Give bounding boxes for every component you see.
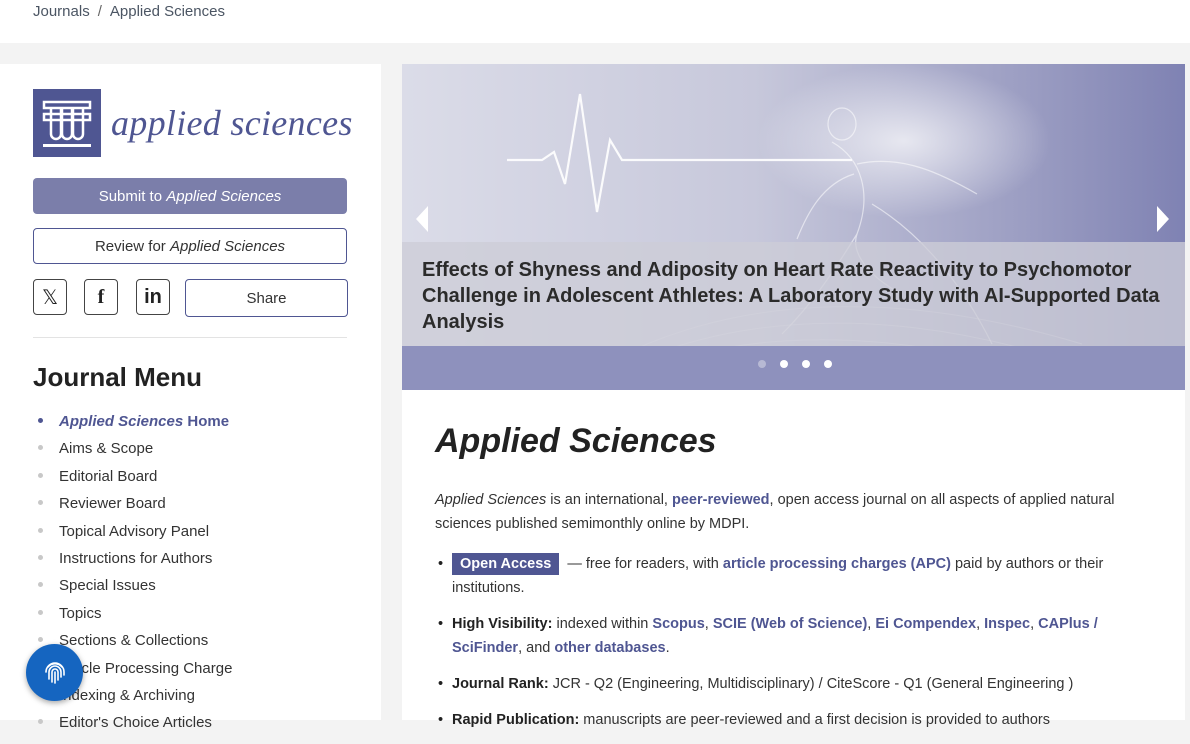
peer-reviewed-link[interactable]: peer-reviewed bbox=[672, 492, 770, 508]
breadcrumb-current-link[interactable]: Applied Sciences bbox=[110, 3, 225, 20]
menu-item-topical-advisory-panel[interactable]: Topical Advisory Panel bbox=[37, 520, 232, 547]
journal-logo[interactable]: applied sciences bbox=[33, 89, 353, 157]
highlight-rapid-publication: Rapid Publication: manuscripts are peer-… bbox=[438, 708, 1156, 732]
rp-label: Rapid Publication: bbox=[452, 712, 580, 728]
menu-item-special-issues[interactable]: Special Issues bbox=[37, 574, 232, 601]
sidebar-divider bbox=[33, 337, 347, 338]
main-content: Effects of Shyness and Adiposity on Hear… bbox=[402, 64, 1185, 732]
submit-button-prefix: Submit to bbox=[98, 187, 167, 205]
journal-highlights: Open Access — free for readers, with art… bbox=[438, 552, 1156, 744]
review-button[interactable]: Review for Applied Sciences bbox=[33, 228, 347, 264]
other-databases-link[interactable]: other databases bbox=[554, 640, 665, 656]
journal-menu-title: Journal Menu bbox=[33, 362, 203, 392]
hv-and: , and bbox=[518, 640, 555, 656]
carousel-dot[interactable] bbox=[824, 360, 832, 368]
inspec-link[interactable]: Inspec bbox=[984, 616, 1030, 632]
linkedin-icon[interactable]: in bbox=[136, 279, 170, 315]
facebook-icon[interactable]: f bbox=[84, 279, 118, 315]
menu-item-reviewer-board[interactable]: Reviewer Board bbox=[37, 492, 232, 519]
highlight-visibility: High Visibility: indexed within Scopus , … bbox=[438, 612, 1156, 660]
share-button[interactable]: Share bbox=[185, 279, 348, 317]
menu-item-editors-choice[interactable]: Editor's Choice Articles bbox=[37, 711, 232, 738]
page-title: Applied Sciences bbox=[435, 422, 717, 460]
hv-label: High Visibility: bbox=[452, 616, 553, 632]
intro-text-1: is an international, bbox=[546, 492, 672, 508]
sidebar: applied sciences Submit to Applied Scien… bbox=[0, 64, 381, 731]
menu-item-aims-scope[interactable]: Aims & Scope bbox=[37, 437, 232, 464]
submit-button-journal: Applied Sciences bbox=[166, 187, 282, 205]
banner-footer-band bbox=[402, 346, 1185, 390]
hv-comma-4: , bbox=[1030, 616, 1039, 632]
hv-text: indexed within bbox=[552, 616, 653, 632]
x-twitter-icon[interactable]: 𝕏 bbox=[33, 279, 67, 315]
journal-logo-text: applied sciences bbox=[111, 103, 353, 143]
breadcrumb: Journals / Applied Sciences bbox=[33, 3, 225, 20]
carousel-dot[interactable] bbox=[758, 360, 766, 368]
carousel-dots bbox=[758, 360, 832, 368]
review-button-prefix: Review for bbox=[94, 237, 170, 255]
hv-comma-1: , bbox=[704, 616, 713, 632]
carousel-dot[interactable] bbox=[802, 360, 810, 368]
ei-compendex-link[interactable]: Ei Compendex bbox=[875, 616, 976, 632]
journal-description: Applied Sciences is an international, pe… bbox=[435, 488, 1145, 536]
scopus-link[interactable]: Scopus bbox=[652, 616, 704, 632]
menu-item-topics[interactable]: Topics bbox=[37, 602, 232, 629]
arrow-right-icon[interactable] bbox=[1157, 206, 1169, 232]
hv-end: . bbox=[665, 640, 670, 656]
facebook-glyph: f bbox=[97, 285, 105, 308]
banner-article-title[interactable]: Effects of Shyness and Adiposity on Hear… bbox=[422, 257, 1162, 335]
jr-text: JCR - Q2 (Engineering, Multidisciplinary… bbox=[548, 676, 1074, 692]
top-bar: Journals / Applied Sciences bbox=[0, 0, 1190, 43]
highlight-journal-rank: Journal Rank: JCR - Q2 (Engineering, Mul… bbox=[438, 672, 1156, 696]
review-button-journal: Applied Sciences bbox=[169, 237, 286, 255]
menu-item-home-journal: Applied Sciences bbox=[59, 413, 184, 430]
apc-link[interactable]: article processing charges (APC) bbox=[723, 556, 951, 572]
test-tubes-logo-icon bbox=[33, 89, 101, 157]
arrow-left-icon[interactable] bbox=[416, 206, 428, 232]
carousel-dot[interactable] bbox=[780, 360, 788, 368]
hv-comma-3: , bbox=[976, 616, 985, 632]
breadcrumb-journals-link[interactable]: Journals bbox=[33, 3, 90, 20]
highlight-open-access: Open Access — free for readers, with art… bbox=[438, 552, 1156, 600]
featured-carousel[interactable]: Effects of Shyness and Adiposity on Hear… bbox=[402, 64, 1185, 390]
open-access-badge[interactable]: Open Access bbox=[452, 553, 560, 575]
submit-button[interactable]: Submit to Applied Sciences bbox=[33, 178, 347, 214]
menu-item-home-suffix: Home bbox=[183, 413, 230, 430]
jr-label: Journal Rank: bbox=[452, 676, 549, 692]
menu-item-instructions-for-authors[interactable]: Instructions for Authors bbox=[37, 547, 232, 574]
fingerprint-icon[interactable] bbox=[26, 644, 83, 701]
intro-journal-name: Applied Sciences bbox=[435, 492, 547, 508]
oa-text-1: — free for readers, with bbox=[563, 556, 723, 572]
linkedin-glyph: in bbox=[144, 285, 162, 308]
menu-item-editorial-board[interactable]: Editorial Board bbox=[37, 465, 232, 492]
breadcrumb-separator: / bbox=[97, 3, 102, 20]
rp-text: manuscripts are peer-reviewed and a firs… bbox=[579, 712, 1050, 728]
menu-item-home[interactable]: Applied Sciences Home bbox=[37, 410, 232, 437]
scie-link[interactable]: SCIE (Web of Science) bbox=[713, 616, 867, 632]
x-twitter-glyph: 𝕏 bbox=[41, 286, 59, 309]
